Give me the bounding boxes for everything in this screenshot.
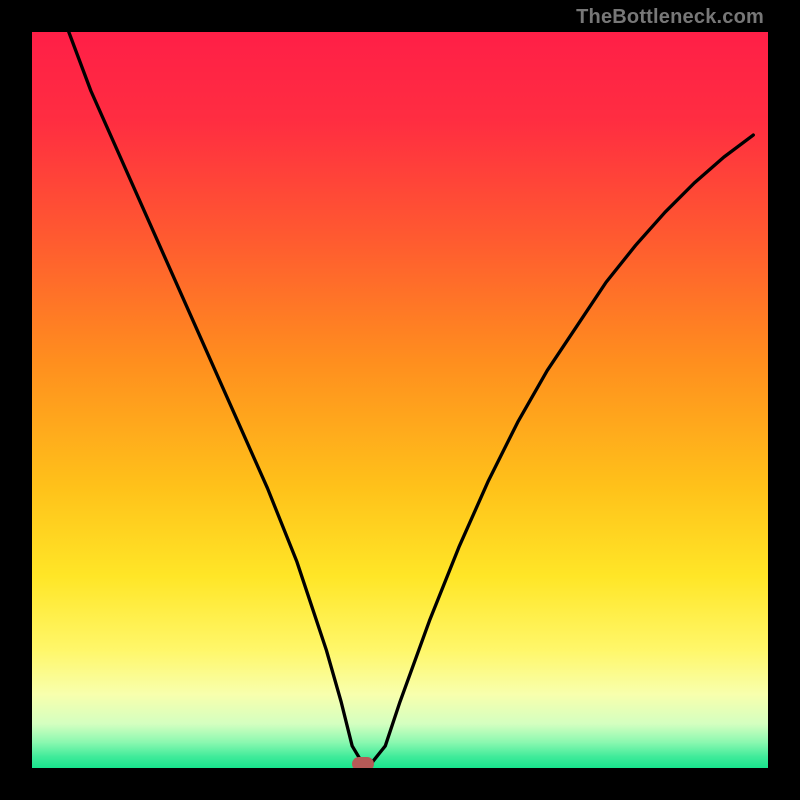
- bottleneck-curve: [32, 32, 768, 768]
- chart-frame: TheBottleneck.com: [0, 0, 800, 800]
- optimal-point-marker: [352, 757, 374, 768]
- watermark-text: TheBottleneck.com: [576, 6, 764, 29]
- plot-area: [32, 32, 768, 768]
